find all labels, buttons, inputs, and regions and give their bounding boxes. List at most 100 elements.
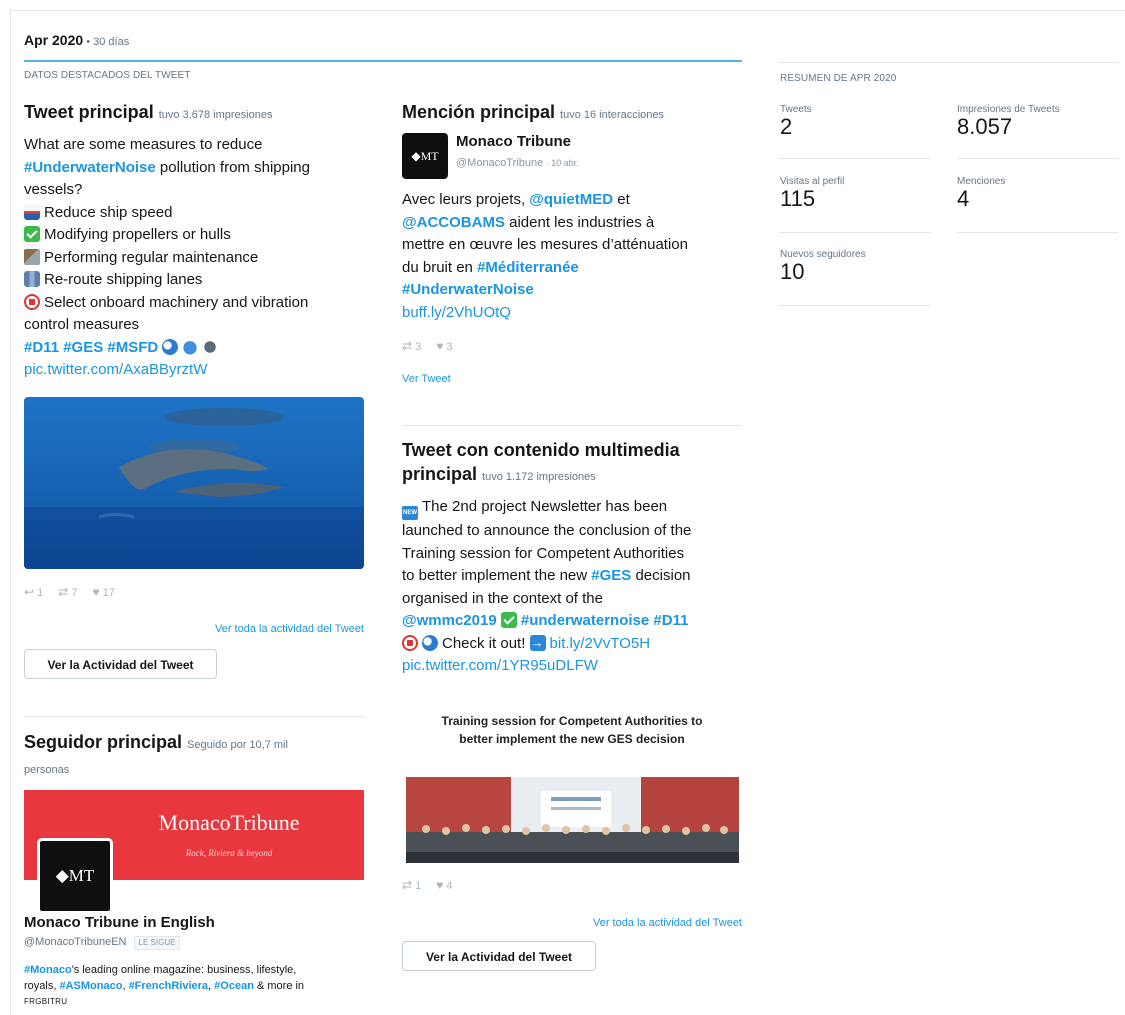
retweet-stat: ⇄ 3 — [402, 339, 421, 353]
top-tweet-line: #UnderwaterNoise pollution from shipping — [24, 157, 369, 180]
bio-text: 's leading online magazine: business, li… — [71, 964, 297, 976]
retweet-count: 1 — [415, 880, 422, 892]
heart-icon: ♥ — [92, 585, 100, 599]
stat-mentions: Menciones 4 — [957, 176, 1005, 211]
short-link[interactable]: buff.ly/2VhUOtQ — [402, 304, 511, 321]
month-period: • 30 días — [83, 36, 130, 48]
media-line: @wmmc2019 #underwaternoise #D11 — [402, 610, 747, 633]
hashtag-link[interactable]: #UnderwaterNoise — [24, 159, 156, 176]
tools-icon — [24, 248, 40, 265]
top-mention-note: tuvo 16 interacciones — [560, 109, 664, 121]
mention-text-span: et — [613, 191, 630, 208]
retweet-stat: ⇄ 1 — [402, 878, 422, 892]
stat-value: 115 — [780, 186, 816, 211]
retweet-icon: ⇄ — [402, 339, 413, 353]
hashtag-link[interactable]: #UnderwaterNoise — [402, 281, 534, 298]
top-follower-title: Seguidor principal Seguido por 10,7 mil — [24, 730, 369, 757]
hashtag-link[interactable]: #Méditerranée — [477, 259, 579, 276]
stat-value: 8.057 — [957, 114, 1013, 139]
follower-name[interactable]: Monaco Tribune in English — [24, 914, 215, 931]
bio-text: royals, — [24, 980, 60, 992]
hashtag-link[interactable]: #underwaternoise — [521, 612, 649, 629]
top-media-title: Tweet con contenido multimedia principal… — [402, 438, 747, 489]
mention-text-span: aident les industries à — [504, 213, 655, 231]
top-tweet-line: vessels? — [24, 181, 83, 198]
measure-text: Performing regular maintenance — [44, 248, 259, 266]
mention-line: @ACCOBAMS aident les industries à — [402, 212, 747, 235]
like-count: 4 — [446, 880, 453, 892]
stat-value: 2 — [780, 114, 793, 139]
pic-link[interactable]: pic.twitter.com/1YR95uDLFW — [402, 657, 598, 674]
pic-link[interactable]: pic.twitter.com/AxaBByrztW — [24, 361, 207, 378]
follower-avatar[interactable]: ◆MT — [37, 838, 113, 914]
top-tweet-line: control measures — [24, 316, 140, 333]
divider — [24, 716, 364, 717]
new-icon: NEW — [402, 506, 418, 520]
bio-line: #Monaco's leading online magazine: busin… — [24, 962, 369, 978]
like-count: 17 — [102, 587, 115, 599]
media-text-span: to better implement the new — [402, 567, 592, 584]
top-tweet-heading: Tweet principal — [24, 102, 154, 122]
banner-title: MonacoTribune — [158, 810, 300, 835]
map-icon — [24, 271, 40, 287]
bio-text: & more in — [253, 980, 305, 992]
follower-handle-line: @MonacoTribuneEN LE SIGUE — [24, 936, 181, 950]
mention-link[interactable]: @quietMED — [529, 191, 613, 208]
mention-author-name[interactable]: Monaco Tribune — [456, 133, 571, 150]
group-photo[interactable] — [406, 777, 739, 863]
top-tweet-text-span: pollution from shipping — [155, 158, 310, 176]
month-title: Apr 2020 — [24, 32, 84, 48]
dolphin-photo[interactable] — [24, 397, 364, 569]
reply-count: 1 — [37, 587, 44, 599]
hashtag-link[interactable]: #Monaco — [24, 964, 72, 976]
retweet-stat: ⇄ 7 — [58, 585, 77, 599]
mention-avatar[interactable]: ◆MT — [402, 133, 448, 179]
measure-item: Re-route shipping lanes — [24, 269, 369, 292]
ship-icon — [24, 203, 40, 220]
top-follower-note: Seguido por 10,7 mil — [187, 739, 288, 751]
view-all-activity-link[interactable]: Ver toda la actividad del Tweet — [402, 917, 742, 929]
hashtags-link[interactable]: #D11 #GES #MSFD — [24, 339, 158, 356]
mention-text-span: Avec leurs projets, — [402, 191, 530, 208]
mention-line: mettre en œuvre les mesures d’atténuatio… — [402, 236, 688, 253]
top-media-impressions: tuvo 1.172 impresiones — [482, 471, 596, 483]
view-tweet-link[interactable]: Ver Tweet — [402, 373, 451, 385]
like-stat: ♥ 4 — [436, 878, 453, 892]
wave-icon — [422, 634, 438, 651]
top-media-text: NEW The 2nd project Newsletter has been l… — [402, 496, 747, 678]
view-tweet-activity-button[interactable]: Ver la Actividad del Tweet — [402, 941, 596, 971]
media-stats: ⇄ 1 ♥ 4 — [402, 878, 465, 892]
top-tweet-line: What are some measures to reduce — [24, 136, 263, 153]
mention-link[interactable]: @ACCOBAMS — [402, 214, 505, 231]
top-tweet-line: pic.twitter.com/AxaBByrztW — [24, 359, 369, 382]
hashtag-link[interactable]: #GES — [591, 567, 631, 584]
view-tweet-activity-button[interactable]: Ver la Actividad del Tweet — [24, 649, 217, 679]
view-all-activity-link[interactable]: Ver toda la actividad del Tweet — [24, 623, 364, 635]
divider — [957, 232, 1119, 233]
media-line: NEW The 2nd project Newsletter has been — [402, 496, 747, 520]
measure-item: Select onboard machinery and vibration — [24, 292, 369, 315]
top-mention-title: Mención principal tuvo 16 interacciones — [402, 100, 664, 127]
like-stat: ♥ 17 — [92, 585, 115, 599]
measure-item: Modifying propellers or hulls — [24, 224, 369, 247]
top-follower-heading: Seguidor principal — [24, 732, 183, 752]
mention-link[interactable]: @wmmc2019 — [402, 612, 497, 629]
top-tweet-text: What are some measures to reduce #Underw… — [24, 134, 369, 382]
hashtag-link[interactable]: #ASMonaco — [59, 980, 122, 992]
caption-line: Training session for Competent Authoriti… — [441, 714, 703, 728]
media-line: to better implement the new #GES decisio… — [402, 565, 747, 588]
hashtag-link[interactable]: #FrenchRiviera — [129, 980, 208, 992]
like-stat: ♥ 3 — [436, 339, 452, 353]
hashtag-link[interactable]: #D11 — [653, 612, 688, 629]
mute-icon — [402, 634, 418, 651]
hashtag-link[interactable]: #Ocean — [214, 980, 254, 992]
divider — [402, 425, 742, 426]
retweet-icon: ⇄ — [58, 585, 69, 599]
top-media-heading: Tweet con contenido multimedia — [402, 440, 680, 460]
mention-stats: ⇄ 3 ♥ 3 — [402, 339, 465, 353]
mention-author-line: @MonacoTribune · 10 abr. — [456, 157, 579, 169]
media-text-span: decision — [631, 567, 691, 584]
arrow-icon — [529, 632, 546, 654]
stat-new-followers: Nuevos seguidores 10 — [780, 249, 866, 284]
short-link[interactable]: bit.ly/2VvTO5H — [550, 635, 651, 652]
